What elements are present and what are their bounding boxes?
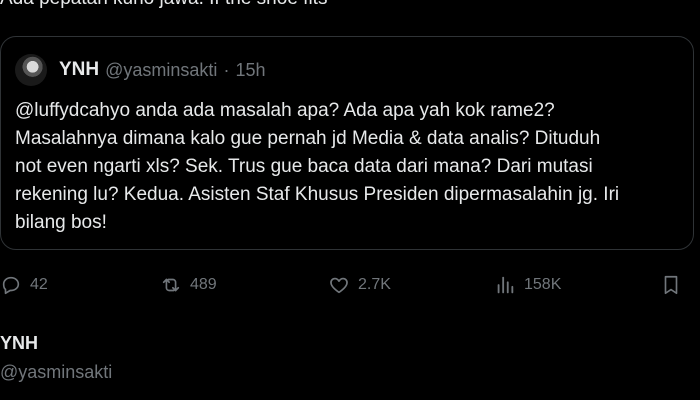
like-button[interactable]: 2.7K [328,270,391,300]
views-count: 158K [524,276,562,293]
like-count: 2.7K [358,276,391,293]
next-tweet-author-handle[interactable]: @yasminsakti [0,362,112,383]
quoted-text-line: bilang bos! [15,212,107,233]
quoted-timestamp[interactable]: 15h [235,60,265,81]
quoted-author-name[interactable]: YNH [59,59,99,81]
bookmark-icon [664,275,678,295]
quoted-text-line: rekening lu? Kedua. Asisten Staf Khusus … [15,184,620,205]
quoted-text-line: not even ngarti xls? Sek. Trus gue baca … [15,156,593,177]
separator-dot: · [223,59,230,80]
repost-icon [162,278,180,292]
views-chart-icon [497,276,514,294]
next-tweet-author-name[interactable]: YNH [0,333,38,354]
views-button[interactable]: 158K [494,270,561,300]
tweet-action-bar: 42 489 2.7K 158K [0,270,700,300]
quoted-tweet-card[interactable]: YNH @yasminsakti · 15h @luffydcahyo anda… [0,36,694,250]
repost-button[interactable]: 489 [160,270,217,300]
tweet-text: Ada pepatah kuno jawa. If the shoe fits~… [0,0,350,10]
quoted-tweet-header: YNH @yasminsakti · 15h [15,53,265,87]
bookmark-button[interactable] [660,270,682,300]
repost-count: 489 [190,276,217,293]
reply-icon [2,276,20,295]
reply-count: 42 [30,276,48,293]
heart-icon [330,277,348,294]
quoted-text-line: Masalahnya dimana kalo gue pernah jd Med… [15,128,601,149]
avatar[interactable] [15,54,47,86]
reply-button[interactable]: 42 [0,270,48,300]
quoted-author-handle[interactable]: @yasminsakti [105,60,217,81]
quoted-text-line: @luffydcahyo anda ada masalah apa? Ada a… [15,100,555,121]
quoted-tweet-body: @luffydcahyo anda ada masalah apa? Ada a… [15,97,687,237]
